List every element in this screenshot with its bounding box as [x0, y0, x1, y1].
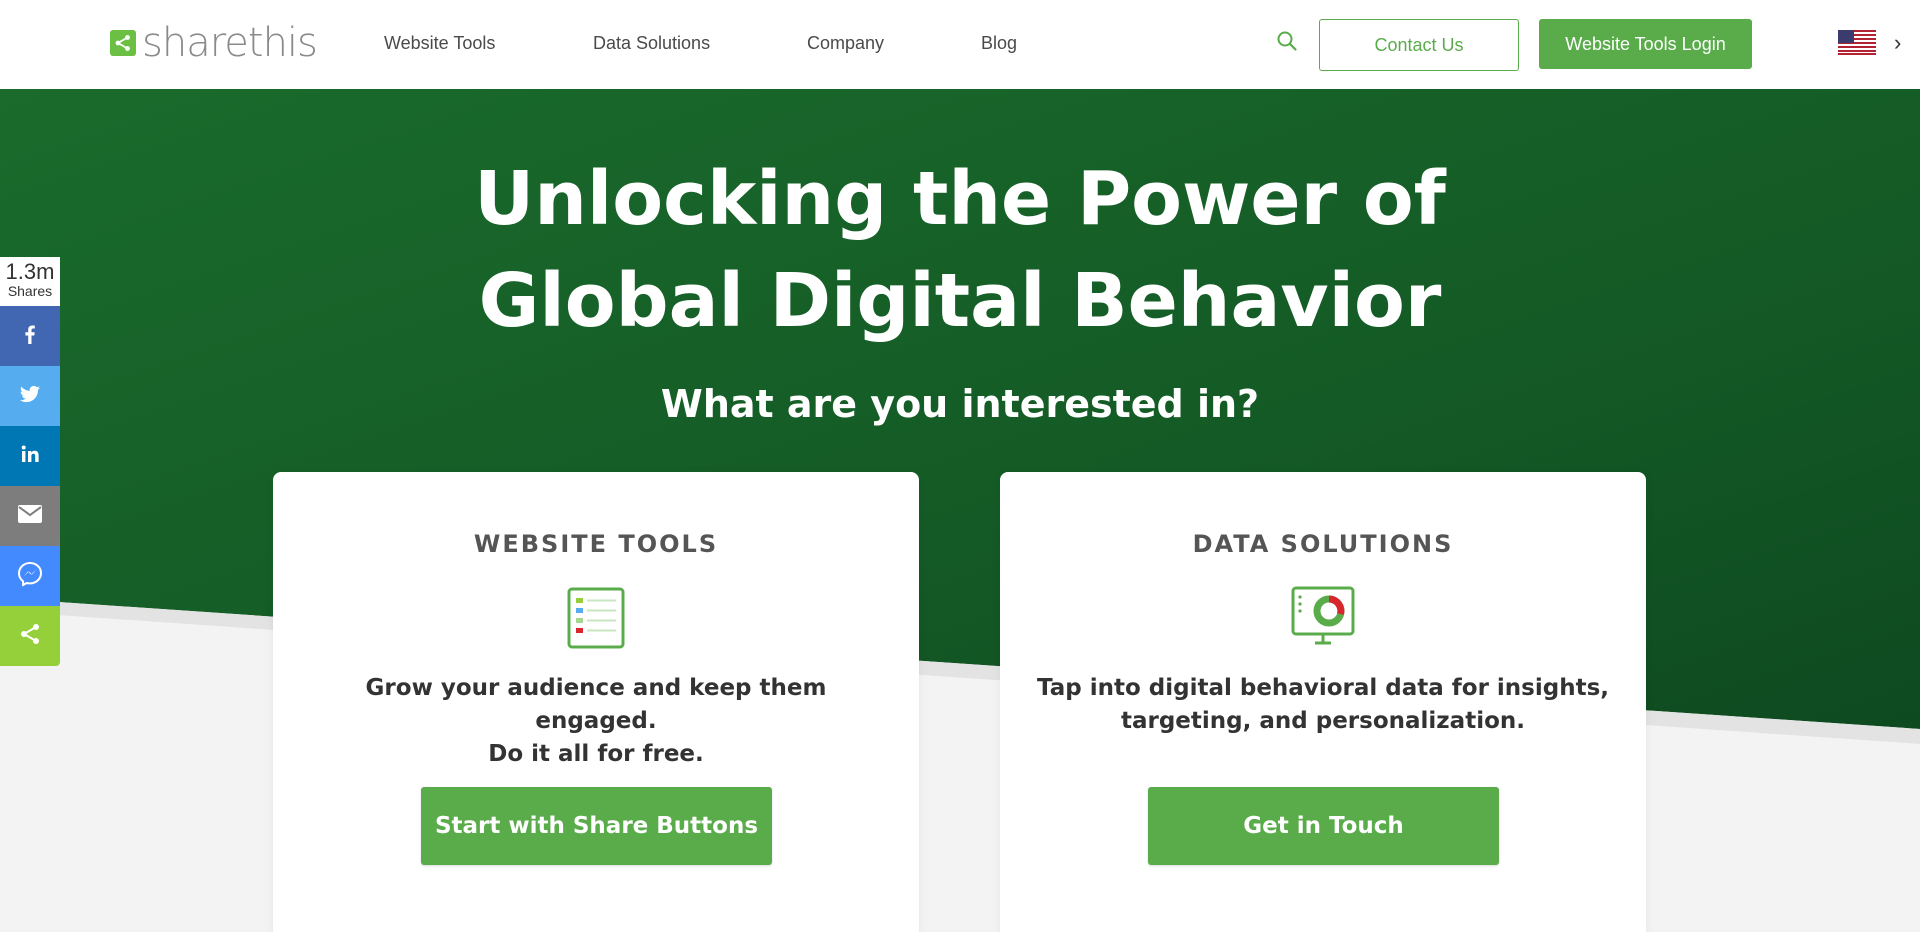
start-with-share-buttons-button[interactable]: Start with Share Buttons: [421, 787, 772, 865]
website-tools-login-button[interactable]: Website Tools Login: [1539, 19, 1752, 69]
data-solutions-card: DATA SOLUTIONS Tap into digital behavior…: [1000, 472, 1646, 932]
linkedin-icon: [19, 443, 41, 470]
card-description-line-2: targeting, and personalization.: [1120, 708, 1525, 734]
card-title: DATA SOLUTIONS: [1192, 530, 1454, 558]
hero-title-line-2: Global Digital Behavior: [478, 258, 1442, 344]
facebook-share-button[interactable]: [0, 306, 60, 366]
hero-title-line-1: Unlocking the Power of: [474, 156, 1446, 242]
analytics-monitor-icon: [1289, 584, 1357, 652]
email-share-button[interactable]: [0, 486, 60, 546]
website-tools-card: WEBSITE TOOLS Grow your audience and kee…: [273, 472, 919, 932]
card-description-line-1: Tap into digital behavioral data for ins…: [1036, 675, 1610, 701]
card-description-line-1: Grow your audience and keep them engaged…: [365, 675, 827, 734]
linkedin-share-button[interactable]: [0, 426, 60, 486]
search-icon[interactable]: [1276, 30, 1298, 52]
site-header: sharethis Website Tools Data Solutions C…: [0, 0, 1920, 89]
card-description: Tap into digital behavioral data for ins…: [1030, 672, 1616, 738]
share-icon: [18, 622, 42, 651]
nav-data-solutions[interactable]: Data Solutions: [593, 33, 710, 54]
messenger-share-button[interactable]: [0, 546, 60, 606]
twitter-share-button[interactable]: [0, 366, 60, 426]
share-count-number: 1.3m: [5, 259, 55, 284]
get-in-touch-button[interactable]: Get in Touch: [1148, 787, 1499, 865]
sharethis-share-button[interactable]: [0, 606, 60, 666]
us-flag-icon[interactable]: [1838, 30, 1876, 55]
twitter-icon: [18, 382, 42, 411]
chevron-right-icon[interactable]: ›: [1894, 30, 1901, 56]
nav-company[interactable]: Company: [807, 33, 884, 54]
facebook-icon: [19, 323, 41, 350]
contact-us-button[interactable]: Contact Us: [1319, 19, 1519, 71]
nav-blog[interactable]: Blog: [981, 33, 1017, 54]
logo-text: sharethis: [142, 20, 318, 66]
share-sidebar: 1.3m Shares: [0, 257, 60, 666]
nav-website-tools[interactable]: Website Tools: [384, 33, 495, 54]
hero-subtitle: What are you interested in?: [660, 382, 1260, 426]
share-buttons-list-icon: [562, 584, 630, 652]
card-description-line-2: Do it all for free.: [488, 741, 704, 767]
share-count-label: Shares: [7, 283, 53, 299]
sharethis-logo[interactable]: sharethis: [110, 20, 318, 66]
email-icon: [17, 504, 43, 529]
messenger-icon: [17, 561, 43, 592]
card-description: Grow your audience and keep them engaged…: [303, 672, 889, 771]
hero-title: Unlocking the Power of Global Digital Be…: [0, 148, 1920, 352]
card-title: WEBSITE TOOLS: [473, 530, 719, 558]
sharethis-logo-icon: [110, 30, 136, 56]
share-count: 1.3m Shares: [0, 257, 60, 306]
